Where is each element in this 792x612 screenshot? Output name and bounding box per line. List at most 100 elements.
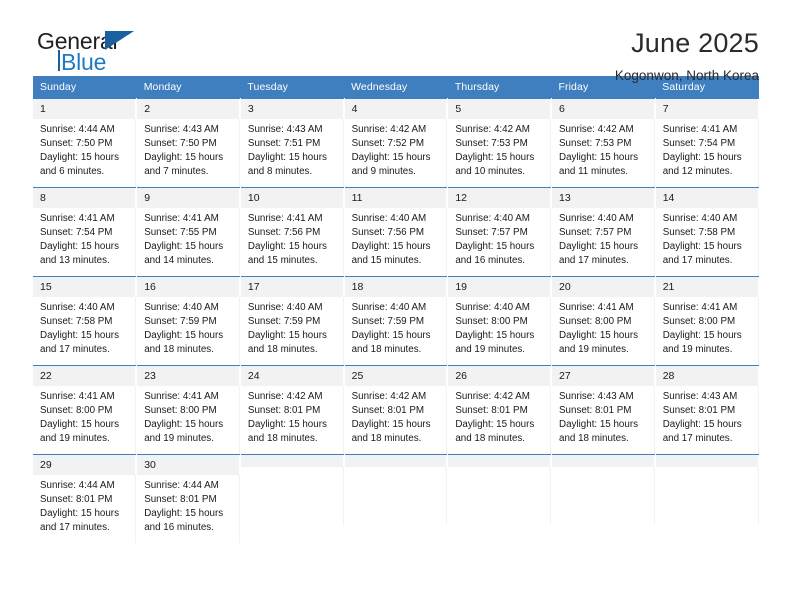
sunset-line: Sunset: 7:53 PM: [559, 138, 632, 149]
day-detail-block: Sunrise: 4:42 AM Sunset: 8:01 PM Daylight:…: [448, 386, 552, 454]
calendar-day-cell[interactable]: 24 Sunrise: 4:42 AM Sunset: 8:01 PM Dayligh…: [240, 365, 345, 455]
sunset-line: Sunset: 7:58 PM: [662, 227, 736, 238]
calendar-day-cell[interactable]: 22 Sunrise: 4:41 AM Sunset: 8:00 PM Dayligh…: [33, 365, 138, 455]
calendar-day-cell[interactable]: 20 Sunrise: 4:41 AM Sunset: 8:00 PM Dayligh…: [551, 276, 656, 366]
daylight-line: Daylight: 15 hours: [455, 330, 535, 341]
day-number: 15: [33, 277, 137, 297]
calendar-day-cell[interactable]: 5 Sunrise: 4:42 AM Sunset: 7:53 PM Daylight…: [447, 98, 553, 188]
calendar-day-cell[interactable]: 13 Sunrise: 4:40 AM Sunset: 7:57 PM Dayligh…: [551, 187, 656, 277]
calendar-day-cell[interactable]: 29 Sunrise: 4:44 AM Sunset: 8:01 PM Dayligh…: [33, 454, 138, 543]
sunrise-line: Sunrise: 4:41 AM: [144, 391, 219, 402]
calendar-day-cell[interactable]: 16 Sunrise: 4:40 AM Sunset: 7:59 PM Dayligh…: [136, 276, 241, 366]
calendar-day-cell[interactable]: 23 Sunrise: 4:41 AM Sunset: 8:00 PM Dayligh…: [136, 365, 241, 455]
day-number: [240, 455, 344, 467]
daylight-line: Daylight: 15 hours: [351, 152, 431, 163]
calendar-day-cell[interactable]: 28 Sunrise: 4:43 AM Sunset: 8:01 PM Dayligh…: [655, 365, 759, 455]
sunrise-line: Sunrise: 4:44 AM: [144, 480, 219, 491]
calendar-day-cell[interactable]: 26 Sunrise: 4:42 AM Sunset: 8:01 PM Dayligh…: [447, 365, 553, 455]
day-detail-block: Sunrise: 4:42 AM Sunset: 8:01 PM Daylight:…: [241, 386, 344, 454]
day-number: 19: [448, 277, 552, 297]
daylight-line-cont: and 17 minutes.: [40, 344, 110, 355]
calendar-day-cell[interactable]: 27 Sunrise: 4:43 AM Sunset: 8:01 PM Dayligh…: [551, 365, 656, 455]
calendar-day-cell[interactable]: 11 Sunrise: 4:40 AM Sunset: 7:56 PM Dayligh…: [344, 187, 449, 277]
day-number: 13: [552, 188, 655, 208]
daylight-line-cont: and 10 minutes.: [455, 166, 526, 177]
sunset-line: Sunset: 7:58 PM: [40, 316, 113, 327]
calendar-day-cell[interactable]: 21 Sunrise: 4:41 AM Sunset: 8:00 PM Dayligh…: [655, 276, 759, 366]
calendar-day-cell[interactable]: 6 Sunrise: 4:42 AM Sunset: 7:53 PM Daylight…: [551, 98, 656, 188]
day-detail-block: Sunrise: 4:40 AM Sunset: 7:59 PM Daylight:…: [241, 297, 344, 365]
sunrise-line: Sunrise: 4:42 AM: [351, 124, 427, 135]
day-number: 4: [344, 99, 448, 119]
calendar-day-cell[interactable]: 3 Sunrise: 4:43 AM Sunset: 7:51 PM Daylight…: [240, 98, 345, 188]
sunset-line: Sunset: 7:53 PM: [455, 138, 528, 149]
day-detail-block: Sunrise: 4:41 AM Sunset: 8:00 PM Daylight:…: [656, 297, 759, 365]
day-number: 24: [240, 366, 344, 386]
calendar-day-cell[interactable]: 12 Sunrise: 4:40 AM Sunset: 7:57 PM Dayligh…: [447, 187, 553, 277]
daylight-line-cont: and 7 minutes.: [144, 166, 209, 177]
sunrise-line: Sunrise: 4:40 AM: [40, 302, 115, 313]
daylight-line-cont: and 8 minutes.: [247, 166, 313, 177]
daylight-line: Daylight: 15 hours: [40, 508, 119, 519]
sunrise-line: Sunrise: 4:41 AM: [40, 213, 115, 224]
daylight-line: Daylight: 15 hours: [144, 152, 224, 163]
calendar-day-cell[interactable]: 10 Sunrise: 4:41 AM Sunset: 7:56 PM Dayligh…: [240, 187, 345, 277]
daylight-line: Daylight: 15 hours: [247, 241, 327, 252]
sunrise-line: Sunrise: 4:43 AM: [662, 391, 738, 402]
sunrise-line: Sunrise: 4:42 AM: [351, 391, 427, 402]
calendar-day-cell[interactable]: 19 Sunrise: 4:40 AM Sunset: 8:00 PM Dayligh…: [447, 276, 553, 366]
daylight-line-cont: and 11 minutes.: [559, 166, 629, 177]
sunset-line: Sunset: 8:01 PM: [662, 405, 736, 416]
sunrise-line: Sunrise: 4:40 AM: [662, 213, 738, 224]
day-detail-block: Sunrise: 4:40 AM Sunset: 7:57 PM Daylight:…: [552, 208, 655, 276]
day-detail-block: Sunrise: 4:40 AM Sunset: 7:58 PM Daylight:…: [656, 208, 759, 276]
day-number: 5: [448, 99, 552, 119]
day-number: 2: [137, 99, 240, 119]
day-detail-block: Sunrise: 4:40 AM Sunset: 8:00 PM Daylight:…: [448, 297, 552, 365]
day-number: 26: [448, 366, 552, 386]
calendar-day-cell[interactable]: 14 Sunrise: 4:40 AM Sunset: 7:58 PM Dayligh…: [655, 187, 759, 277]
sunrise-line: Sunrise: 4:40 AM: [559, 213, 634, 224]
calendar-page: General Blue June 2025 Kogonwon, North K…: [0, 0, 792, 612]
daylight-line: Daylight: 15 hours: [662, 419, 742, 430]
sunrise-line: Sunrise: 4:42 AM: [247, 391, 323, 402]
day-number: 25: [344, 366, 448, 386]
daylight-line: Daylight: 15 hours: [559, 152, 638, 163]
day-detail-block: Sunrise: 4:43 AM Sunset: 7:50 PM Daylight:…: [137, 119, 240, 187]
day-detail-block: Sunrise: 4:40 AM Sunset: 7:58 PM Daylight:…: [33, 297, 137, 365]
calendar-day-cell[interactable]: 8 Sunrise: 4:41 AM Sunset: 7:54 PM Daylight…: [33, 187, 138, 277]
sunset-line: Sunset: 8:00 PM: [662, 316, 736, 327]
sunset-line: Sunset: 8:01 PM: [247, 405, 321, 416]
sunrise-line: Sunrise: 4:43 AM: [559, 391, 634, 402]
calendar-day-cell[interactable]: 9 Sunrise: 4:41 AM Sunset: 7:55 PM Daylight…: [136, 187, 241, 277]
day-number: 16: [137, 277, 240, 297]
calendar-day-cell[interactable]: 18 Sunrise: 4:40 AM Sunset: 7:59 PM Dayligh…: [344, 276, 449, 366]
sunset-line: Sunset: 7:55 PM: [144, 227, 217, 238]
daylight-line-cont: and 12 minutes.: [662, 166, 733, 177]
daylight-line: Daylight: 15 hours: [351, 241, 431, 252]
sunset-line: Sunset: 7:57 PM: [559, 227, 632, 238]
daylight-line-cont: and 18 minutes.: [247, 433, 318, 444]
daylight-line: Daylight: 15 hours: [40, 152, 119, 163]
calendar-day-cell[interactable]: 30 Sunrise: 4:44 AM Sunset: 8:01 PM Dayligh…: [136, 454, 241, 543]
calendar-day-cell[interactable]: 17 Sunrise: 4:40 AM Sunset: 7:59 PM Dayligh…: [240, 276, 345, 366]
calendar-day-cell[interactable]: 1 Sunrise: 4:44 AM Sunset: 7:50 PM Daylight…: [33, 98, 138, 188]
calendar-week-row: 29 Sunrise: 4:44 AM Sunset: 8:01 PM Dayligh…: [33, 454, 759, 543]
calendar-day-cell[interactable]: 15 Sunrise: 4:40 AM Sunset: 7:58 PM Dayligh…: [33, 276, 138, 366]
calendar-day-cell[interactable]: 4 Sunrise: 4:42 AM Sunset: 7:52 PM Daylight…: [344, 98, 449, 188]
daylight-line-cont: and 6 minutes.: [40, 166, 105, 177]
day-number: 23: [137, 366, 240, 386]
calendar-day-cell[interactable]: 2 Sunrise: 4:43 AM Sunset: 7:50 PM Daylight…: [136, 98, 241, 188]
sunset-line: Sunset: 8:00 PM: [559, 316, 632, 327]
day-number: 10: [240, 188, 344, 208]
daylight-line: Daylight: 15 hours: [455, 152, 535, 163]
sunrise-line: Sunrise: 4:40 AM: [455, 302, 530, 313]
daylight-line-cont: and 18 minutes.: [455, 433, 526, 444]
daylight-line: Daylight: 15 hours: [559, 241, 638, 252]
daylight-line: Daylight: 15 hours: [351, 330, 431, 341]
calendar-day-cell[interactable]: 25 Sunrise: 4:42 AM Sunset: 8:01 PM Dayligh…: [344, 365, 449, 455]
calendar-day-cell[interactable]: 7 Sunrise: 4:41 AM Sunset: 7:54 PM Daylight…: [655, 98, 759, 188]
day-detail-block: Sunrise: 4:44 AM Sunset: 8:01 PM Daylight:…: [33, 475, 137, 543]
day-detail-block: Sunrise: 4:41 AM Sunset: 7:56 PM Daylight:…: [241, 208, 344, 276]
sunrise-line: Sunrise: 4:42 AM: [455, 391, 530, 402]
